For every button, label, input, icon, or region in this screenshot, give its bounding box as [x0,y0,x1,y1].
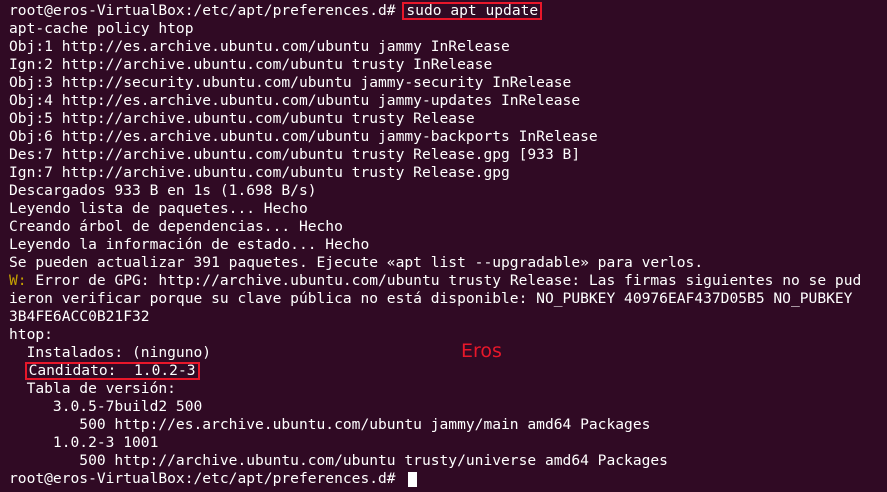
policy-version-source: 500 http://es.archive.ubuntu.com/ubuntu … [9,416,651,433]
output-line: Obj:3 http://security.ubuntu.com/ubuntu … [9,74,572,91]
policy-version-source: 500 http://archive.ubuntu.com/ubuntu tru… [9,452,668,469]
output-line: Se pueden actualizar 391 paquetes. Ejecu… [9,254,704,271]
output-line: Descargados 933 B en 1s (1.698 B/s) [9,182,317,199]
policy-installed: Instalados: (ninguno) [9,344,212,361]
shell-prompt: root@eros-VirtualBox:/etc/apt/preference… [9,470,405,487]
output-line: Creando árbol de dependencias... Hecho [9,218,343,235]
text-cursor [408,471,418,487]
output-line: Obj:4 http://es.archive.ubuntu.com/ubunt… [9,92,581,109]
highlighted-command-update: sudo apt update [402,2,543,20]
output-line: Leyendo la información de estado... Hech… [9,236,370,253]
terminal-window[interactable]: root@eros-VirtualBox:/etc/apt/preference… [0,0,887,492]
policy-version-entry: 3.0.5-7build2 500 [9,398,203,415]
command-line-current[interactable]: root@eros-VirtualBox:/etc/apt/preference… [9,470,887,488]
policy-version-table: Tabla de versión: [9,380,176,397]
warning-text: Error de GPG: http://archive.ubuntu.com/… [26,272,862,289]
command-line-policy: apt-cache policy htop [9,20,194,37]
policy-header: htop: [9,326,53,343]
output-line: Ign:2 http://archive.ubuntu.com/ubuntu t… [9,56,493,73]
warning-line-continued: 3B4FE6ACC0B21F32 [9,308,150,325]
warning-line: W: Error de GPG: http://archive.ubuntu.c… [9,272,887,290]
policy-candidate-line: Candidato: 1.0.2-3 [9,362,887,380]
output-line: Des:7 http://archive.ubuntu.com/ubuntu t… [9,146,581,163]
output-line: Obj:5 http://archive.ubuntu.com/ubuntu t… [9,110,475,127]
output-line: Leyendo lista de paquetes... Hecho [9,200,308,217]
watermark-text: Eros [461,340,502,362]
warning-line-continued: ieron verificar porque su clave pública … [9,290,853,307]
shell-prompt: root@eros-VirtualBox:/etc/apt/preference… [9,2,405,19]
output-line: Ign:7 http://archive.ubuntu.com/ubuntu t… [9,164,510,181]
command-line-update: root@eros-VirtualBox:/etc/apt/preference… [9,2,887,20]
warning-prefix: W: [9,272,27,289]
output-line: Obj:1 http://es.archive.ubuntu.com/ubunt… [9,38,510,55]
policy-version-entry: 1.0.2-3 1001 [9,434,159,451]
output-line: Obj:6 http://es.archive.ubuntu.com/ubunt… [9,128,598,145]
highlighted-candidate: Candidato: 1.0.2-3 [24,362,200,380]
